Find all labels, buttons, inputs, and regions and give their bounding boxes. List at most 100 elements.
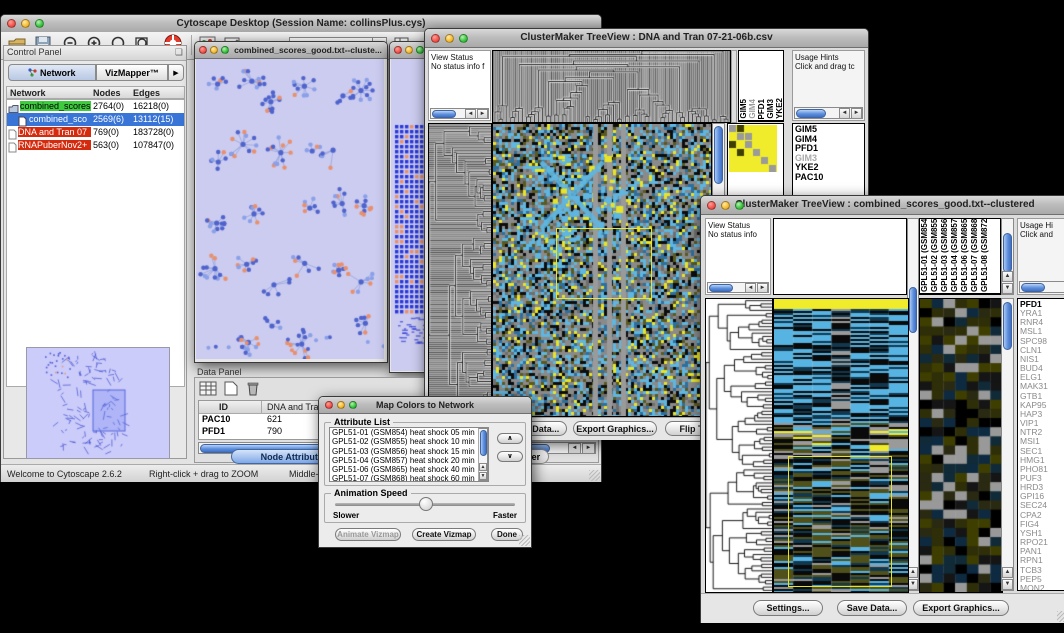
tv1-export-graphics-button[interactable]: Export Graphics... bbox=[573, 421, 657, 436]
attribute-list-item[interactable]: GPL51-06 (GSM865) heat shock 40 min bbox=[330, 465, 488, 474]
column-label[interactable]: GPL51-08 (GSM872) bbox=[981, 218, 989, 292]
column-label[interactable]: GIM3 bbox=[767, 99, 775, 119]
col-header-edges[interactable]: Edges bbox=[133, 88, 160, 98]
tv1-detail-heatmap[interactable] bbox=[729, 125, 777, 172]
zoom-button[interactable] bbox=[735, 201, 744, 210]
animate-vizmap-button[interactable]: Animate Vizmap bbox=[335, 528, 401, 541]
treeview1-title: ClusterMaker TreeView : DNA and Tran 07-… bbox=[520, 32, 772, 43]
minimize-button[interactable] bbox=[405, 46, 413, 54]
dialog-resize-grip[interactable] bbox=[519, 535, 530, 546]
table-row[interactable]: RNAPuberNov2+ 563(0) 107847(0) bbox=[7, 139, 184, 152]
close-button[interactable] bbox=[325, 401, 333, 409]
attribute-list-item[interactable]: GPL51-02 (GSM855) heat shock 10 min bbox=[330, 437, 488, 446]
tv2-hints-scrollbar[interactable] bbox=[1019, 281, 1064, 293]
network-overview-thumbnail[interactable] bbox=[26, 347, 170, 459]
tv2-labels-scrollbar[interactable]: ▲ ▼ bbox=[1001, 218, 1014, 295]
delete-attribute-icon[interactable] bbox=[245, 381, 265, 400]
minimize-button[interactable] bbox=[721, 201, 730, 210]
close-button[interactable] bbox=[707, 201, 716, 210]
speed-slider-thumb[interactable] bbox=[419, 497, 433, 511]
tv1-hints-scrollbar[interactable]: ◄ ► bbox=[794, 107, 863, 119]
new-attribute-icon[interactable] bbox=[223, 381, 243, 400]
tv1-row-dendrogram[interactable] bbox=[428, 123, 492, 417]
column-label[interactable]: PFD1 bbox=[758, 99, 766, 119]
tv2-selection-rectangle bbox=[788, 456, 892, 587]
network-graph-canvas[interactable] bbox=[196, 59, 384, 359]
column-label[interactable]: GPL51-07 (GSM868) bbox=[971, 218, 979, 292]
zoom-button[interactable] bbox=[35, 19, 44, 28]
tv2-detail-heatmap[interactable] bbox=[919, 298, 1003, 593]
scroll-left-arrow[interactable]: ◄ bbox=[568, 443, 581, 454]
column-label[interactable]: GPL51-06 (GSM865) bbox=[961, 218, 969, 292]
tv2-settings-button[interactable]: Settings... bbox=[753, 600, 823, 616]
float-panel-icon[interactable]: ❏ bbox=[175, 47, 183, 58]
minimize-button[interactable] bbox=[21, 19, 30, 28]
resize-grip[interactable] bbox=[589, 470, 600, 481]
minimize-button[interactable] bbox=[337, 401, 345, 409]
zoom-button[interactable] bbox=[349, 401, 357, 409]
attribute-table-icon[interactable] bbox=[199, 381, 219, 400]
network-row-name: DNA and Tran 07 bbox=[18, 127, 91, 137]
create-vizmap-button[interactable]: Create Vizmap bbox=[412, 528, 476, 541]
tv1-usage-hints: Usage HintsClick and drag tc ◄ ► bbox=[792, 50, 865, 121]
tv1-mini-scroll-strip[interactable] bbox=[731, 50, 737, 123]
document-icon bbox=[8, 140, 17, 158]
attribute-list-item[interactable]: GPL51-01 (GSM854) heat shock 05 min bbox=[330, 428, 488, 437]
table-row[interactable]: DNA and Tran 07 769(0) 183728(0) bbox=[7, 126, 184, 139]
move-up-button[interactable]: ∧ bbox=[497, 433, 523, 444]
close-button[interactable] bbox=[199, 46, 207, 54]
gene-label[interactable]: MON2 bbox=[1020, 584, 1064, 591]
tab-vizmapper[interactable]: VizMapper™ bbox=[96, 64, 168, 81]
col-header-network[interactable]: Network bbox=[10, 88, 46, 98]
tv1-status-scrollbar[interactable]: ◄ ► bbox=[430, 108, 489, 119]
attribute-list-item[interactable]: GPL51-04 (GSM857) heat shock 20 min bbox=[330, 456, 488, 465]
scrollbar-thumb[interactable] bbox=[909, 287, 917, 333]
datapanel-col-id[interactable]: ID bbox=[219, 402, 228, 412]
tv2-column-labels: GPL51-01 (GSM854)GPL51-02 (GSM855)GPL51-… bbox=[919, 218, 1001, 295]
network-row-name: combined_scores bbox=[20, 101, 91, 111]
column-label[interactable]: YKE2 bbox=[776, 98, 784, 119]
col-header-nodes[interactable]: Nodes bbox=[93, 88, 121, 98]
status-zoom-hint: Right-click + drag to ZOOM bbox=[149, 469, 258, 479]
zoom-button[interactable] bbox=[221, 46, 229, 54]
treeview2-title: ClusterMaker TreeView : combined_scores_… bbox=[735, 199, 1034, 210]
column-label[interactable]: GIM5 bbox=[740, 99, 748, 119]
minimize-button[interactable] bbox=[210, 46, 218, 54]
map-colors-dialog: Map Colors to Network Attribute List GPL… bbox=[318, 396, 532, 548]
column-label[interactable]: GPL51-04 (GSM857) bbox=[951, 218, 959, 292]
table-row-selected[interactable]: combined_sco 2569(6) 13112(15) bbox=[7, 113, 184, 126]
network-row-name: combined_sco bbox=[29, 114, 87, 124]
close-button[interactable] bbox=[7, 19, 16, 28]
tv2-status-scrollbar[interactable]: ◄ ► bbox=[707, 282, 769, 293]
column-label[interactable]: GIM4 bbox=[749, 99, 757, 119]
tv2-resize-grip[interactable] bbox=[1057, 611, 1064, 622]
attribute-list-item[interactable]: GPL51-07 (GSM868) heat shock 60 min bbox=[330, 474, 488, 482]
table-row[interactable]: combined_scores 2764(0) 16218(0) bbox=[7, 100, 184, 113]
zoom-button[interactable] bbox=[459, 34, 468, 43]
attribute-list-item[interactable]: GPL51-03 (GSM856) heat shock 15 min bbox=[330, 447, 488, 456]
column-label[interactable]: GPL51-03 (GSM856) bbox=[941, 218, 949, 292]
tv2-column-tree-area[interactable] bbox=[773, 218, 907, 295]
tab-overflow-arrow[interactable]: ▶ bbox=[168, 64, 184, 81]
close-button[interactable] bbox=[431, 34, 440, 43]
attribute-listbox[interactable]: GPL51-01 (GSM854) heat shock 05 minGPL51… bbox=[329, 427, 489, 482]
animation-speed-label: Animation Speed bbox=[331, 488, 411, 498]
tv1-column-dendrogram[interactable] bbox=[492, 50, 731, 123]
move-down-button[interactable]: ∨ bbox=[497, 451, 523, 462]
column-label[interactable]: GPL51-02 (GSM855) bbox=[931, 218, 939, 292]
gene-label[interactable]: PAC10 bbox=[795, 173, 862, 183]
tv2-row-dendrogram[interactable] bbox=[705, 298, 773, 593]
close-button[interactable] bbox=[394, 46, 402, 54]
minimize-button[interactable] bbox=[445, 34, 454, 43]
scrollbar-thumb[interactable] bbox=[714, 126, 723, 184]
tab-network[interactable]: Network bbox=[8, 64, 96, 81]
tv1-view-status: View StatusNo status info f ◄ ► bbox=[428, 50, 491, 121]
tv2-save-data-button[interactable]: Save Data... bbox=[837, 600, 907, 616]
listbox-scrollbar[interactable]: ▲ ▼ bbox=[478, 428, 488, 481]
column-label[interactable]: GPL51-01 (GSM854) bbox=[921, 218, 929, 292]
tv2-detail-scrollbar[interactable]: ▲ ▼ bbox=[1001, 298, 1014, 591]
tv2-export-graphics-button[interactable]: Export Graphics... bbox=[913, 600, 1009, 616]
faster-label: Faster bbox=[493, 511, 517, 520]
scroll-right-arrow[interactable]: ► bbox=[582, 443, 595, 454]
zoom-button[interactable] bbox=[416, 46, 424, 54]
